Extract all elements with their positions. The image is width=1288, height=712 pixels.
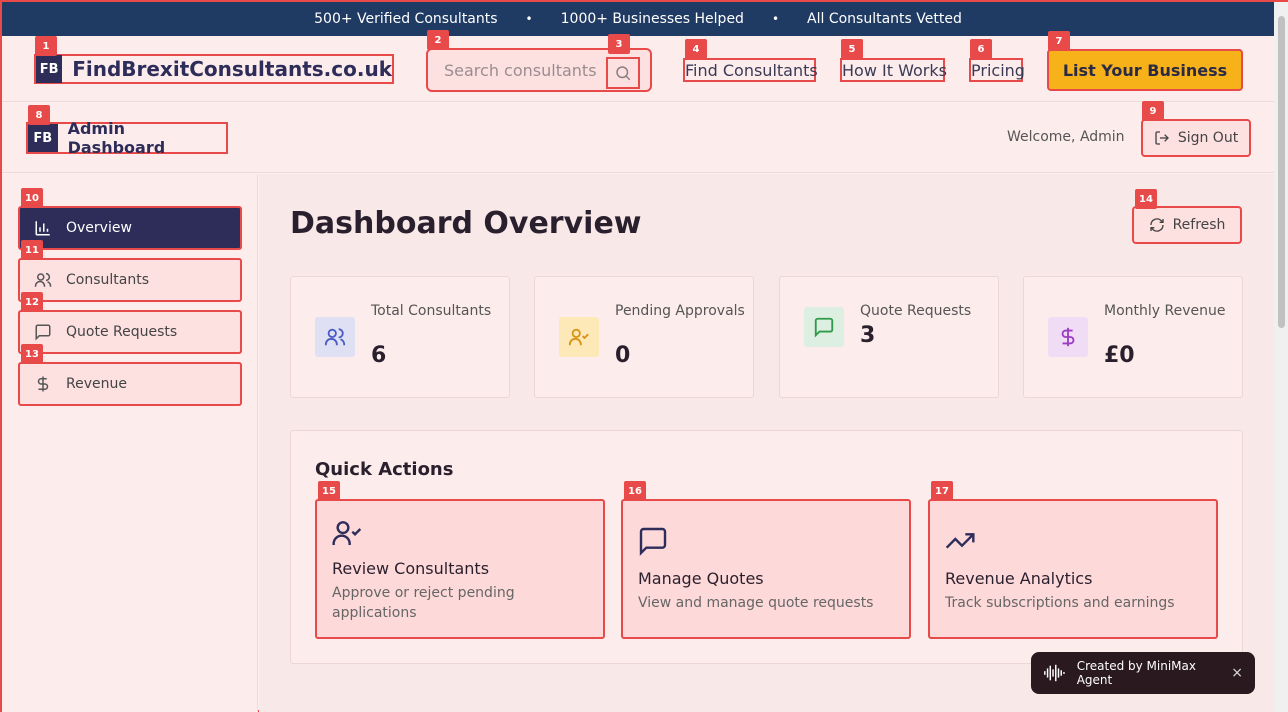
sidebar-item-label: Consultants [66, 272, 149, 288]
manage-quotes-card[interactable]: Manage Quotes View and manage quote requ… [621, 499, 911, 639]
search-box [426, 48, 652, 92]
card-description: Track subscriptions and earnings [945, 595, 1175, 611]
logo-icon: FB [28, 124, 58, 152]
sidebar-item-quote-requests[interactable]: Quote Requests [18, 310, 242, 354]
stat-value: 0 [615, 343, 631, 368]
refresh-label: Refresh [1172, 217, 1226, 233]
toast-text: Created by MiniMax Agent [1076, 659, 1196, 687]
search-icon [616, 66, 631, 81]
stat-label: Pending Approvals [615, 303, 745, 319]
marker-badge: 10 [21, 188, 43, 208]
dollar-icon [1048, 317, 1088, 357]
quick-actions-panel: Quick Actions Review Consultants Approve… [290, 430, 1243, 664]
list-business-button[interactable]: List Your Business [1047, 49, 1243, 91]
user-check-icon [332, 521, 362, 545]
marker-badge: 1 [35, 36, 57, 56]
stat-card-monthly-revenue: Monthly Revenue £0 [1023, 276, 1243, 398]
scrollbar[interactable] [1274, 2, 1288, 712]
bar-chart-icon [35, 221, 50, 236]
close-icon[interactable]: × [1231, 665, 1243, 681]
stat-value: 3 [860, 323, 876, 348]
marker-badge: 6 [970, 39, 992, 59]
stat-label: Monthly Revenue [1104, 303, 1226, 319]
stat-label: Total Consultants [371, 303, 492, 319]
dollar-icon [37, 376, 49, 392]
refresh-button[interactable]: Refresh [1132, 206, 1242, 244]
waveform-icon [1044, 664, 1065, 682]
banner-separator: • [525, 12, 533, 26]
sidebar: Overview 10 Consultants 11 Quote Request… [2, 174, 258, 712]
marker-badge: 16 [624, 481, 646, 501]
search-button[interactable] [606, 57, 640, 89]
sidebar-item-revenue[interactable]: Revenue [18, 362, 242, 406]
stat-value: £0 [1104, 343, 1135, 368]
marker-badge: 3 [608, 34, 630, 54]
user-check-icon [559, 317, 599, 357]
marker-badge: 11 [21, 240, 43, 260]
marker-badge: 5 [841, 39, 863, 59]
logout-icon [1155, 131, 1169, 145]
admin-bar: FB Admin Dashboard 8 Welcome, Admin Sign… [2, 101, 1274, 173]
marker-badge: 4 [685, 39, 707, 59]
card-description: View and manage quote requests [638, 595, 874, 611]
card-title: Manage Quotes [638, 569, 764, 588]
created-by-toast: Created by MiniMax Agent × [1031, 652, 1255, 694]
message-square-icon [639, 527, 667, 556]
stat-card-quote-requests: Quote Requests 3 [779, 276, 999, 398]
quick-actions-title: Quick Actions [315, 459, 454, 480]
sidebar-item-overview[interactable]: Overview [18, 206, 242, 250]
marker-badge: 12 [21, 292, 43, 312]
marker-badge: 15 [318, 481, 340, 501]
banner-item: 500+ Verified Consultants [314, 11, 498, 27]
nav-pricing[interactable]: Pricing [969, 58, 1025, 82]
main-content: Dashboard Overview Refresh 14 Total Cons… [259, 174, 1274, 712]
revenue-analytics-card[interactable]: Revenue Analytics Track subscriptions an… [928, 499, 1218, 639]
marker-badge: 13 [21, 344, 43, 364]
site-header: FB FindBrexitConsultants.co.uk 1 2 3 Fin… [2, 30, 1274, 102]
scrollbar-thumb[interactable] [1278, 16, 1285, 328]
card-title: Review Consultants [332, 559, 490, 578]
card-description: Approve or reject pending applications [332, 585, 515, 621]
stat-label: Quote Requests [860, 303, 972, 319]
message-square-icon [35, 324, 51, 341]
brand-link[interactable]: FB FindBrexitConsultants.co.uk [34, 54, 394, 84]
sidebar-item-consultants[interactable]: Consultants [18, 258, 242, 302]
sign-out-button[interactable]: Sign Out [1141, 119, 1251, 157]
banner-separator: • [771, 12, 780, 26]
review-consultants-card[interactable]: Review Consultants Approve or reject pen… [315, 499, 605, 639]
nav-find-consultants[interactable]: Find Consultants [683, 58, 818, 82]
marker-badge: 7 [1048, 31, 1070, 51]
trending-up-icon [945, 533, 975, 549]
refresh-icon [1149, 218, 1164, 232]
marker-badge: 17 [931, 481, 953, 501]
sidebar-item-label: Revenue [66, 376, 127, 392]
banner-item: 1000+ Businesses Helped [560, 11, 744, 27]
users-icon [315, 317, 355, 357]
nav-how-it-works[interactable]: How It Works [840, 58, 947, 82]
search-input[interactable] [444, 60, 614, 80]
users-icon [34, 272, 52, 287]
banner-item: All Consultants Vetted [807, 11, 962, 27]
welcome-text: Welcome, Admin [1007, 129, 1125, 145]
admin-title: Admin Dashboard [67, 119, 166, 157]
top-banner: 500+ Verified Consultants • 1000+ Busine… [2, 2, 1274, 36]
page-title: Dashboard Overview [290, 206, 642, 241]
brand-name: FindBrexitConsultants.co.uk [72, 57, 392, 81]
message-square-icon [804, 307, 844, 347]
card-title: Revenue Analytics [945, 569, 1093, 588]
marker-badge: 8 [28, 105, 50, 125]
marker-badge: 2 [427, 30, 449, 50]
admin-brand[interactable]: FB Admin Dashboard [26, 119, 228, 157]
sidebar-item-label: Quote Requests [66, 324, 178, 340]
stat-value: 6 [371, 343, 387, 368]
marker-badge: 14 [1135, 189, 1157, 209]
sidebar-item-label: Overview [66, 220, 132, 236]
marker-badge: 9 [1142, 101, 1164, 121]
stat-card-total-consultants: Total Consultants 6 [290, 276, 510, 398]
logo-icon: FB [36, 55, 63, 83]
sign-out-label: Sign Out [1177, 130, 1239, 146]
stat-card-pending-approvals: Pending Approvals 0 [534, 276, 754, 398]
